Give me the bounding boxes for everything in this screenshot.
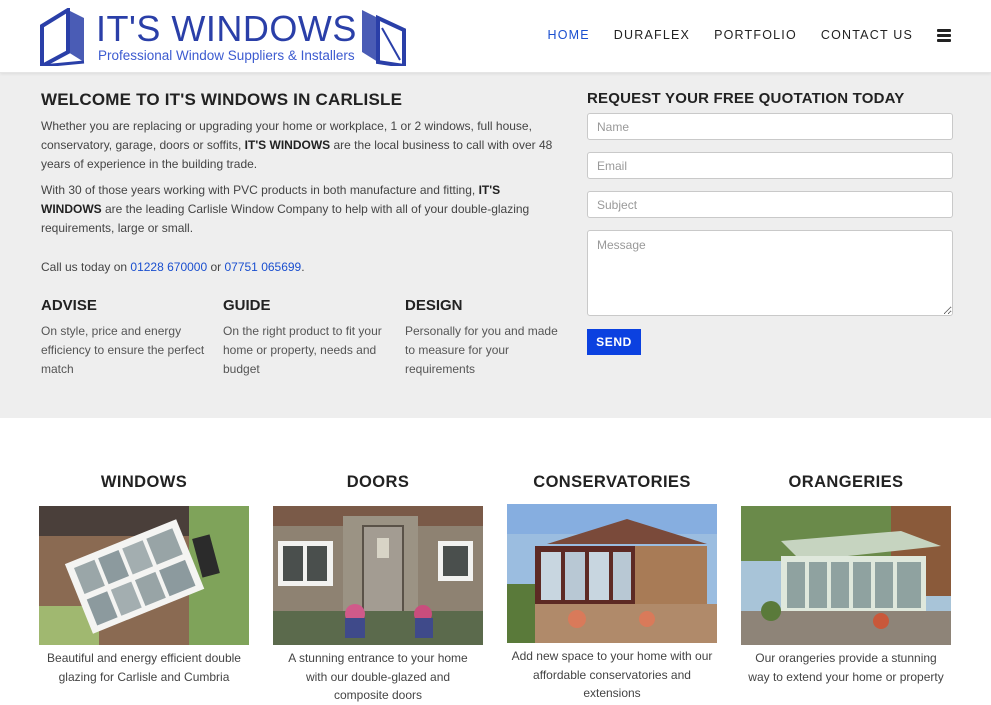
subject-input[interactable]: [587, 191, 953, 218]
intro-text: With 30 of those years working with PVC …: [41, 183, 479, 197]
product-title[interactable]: WINDOWS: [39, 470, 249, 506]
windows-image: [39, 506, 249, 645]
feature-title: DESIGN: [405, 297, 463, 314]
nav-duraflex[interactable]: DURAFLEX: [614, 28, 690, 42]
conservatories-photo[interactable]: [507, 504, 717, 643]
feature-title: GUIDE: [223, 297, 271, 314]
feature-guide: GUIDE On the right product to fit your h…: [223, 297, 388, 379]
send-button[interactable]: SEND: [587, 329, 641, 355]
window-frame-icon: [40, 8, 85, 66]
intro-paragraph-2: With 30 of those years working with PVC …: [41, 181, 561, 238]
windows-photo[interactable]: [39, 506, 249, 645]
welcome-title: WELCOME TO IT'S WINDOWS IN CARLISLE: [41, 90, 403, 109]
product-caption: Add new space to your home with our affo…: [511, 649, 713, 700]
product-caption: Our orangeries provide a stunning way to…: [748, 651, 944, 684]
product-caption: Beautiful and energy efficient double gl…: [47, 651, 241, 684]
window-frame-icon: [362, 10, 406, 66]
hamburger-bar: [937, 38, 951, 42]
product-title[interactable]: DOORS: [273, 470, 483, 506]
intro-text: are the leading Carlisle Window Company …: [41, 202, 530, 235]
brand-name-bold: IT'S WINDOWS: [244, 138, 331, 152]
call-us-line: Call us today on 01228 670000 or 07751 0…: [41, 258, 561, 277]
feature-title: ADVISE: [41, 297, 97, 314]
hamburger-icon[interactable]: [937, 28, 951, 42]
product-orangeries: ORANGERIES Our orangeries provide a stun…: [741, 470, 951, 686]
feature-advise: ADVISE On style, price and energy effici…: [41, 297, 206, 379]
email-input[interactable]: [587, 152, 953, 179]
call-us-text: or: [207, 260, 225, 274]
hamburger-bar: [937, 28, 951, 32]
nav-contact-us[interactable]: CONTACT US: [821, 28, 913, 42]
doors-photo[interactable]: [273, 506, 483, 645]
orangeries-image: [741, 506, 951, 645]
feature-text: On the right product to fit your home or…: [223, 324, 382, 376]
conservatories-image: [507, 504, 717, 643]
main-nav: HOME DURAFLEX PORTFOLIO CONTACT US: [523, 28, 951, 42]
product-title[interactable]: CONSERVATORIES: [507, 470, 717, 506]
call-us-text: .: [301, 260, 305, 274]
logo-title: IT'S WINDOWS: [96, 8, 357, 49]
feature-design: DESIGN Personally for you and made to me…: [405, 297, 570, 379]
product-windows: WINDOWS Beautiful and energy efficient d…: [39, 470, 249, 686]
phone-link-mobile[interactable]: 07751 065699: [224, 260, 301, 274]
site-header: IT'S WINDOWS Professional Window Supplie…: [0, 0, 991, 73]
phone-link-landline[interactable]: 01228 670000: [130, 260, 207, 274]
product-conservatories: CONSERVATORIES Add new space to your hom…: [507, 470, 717, 703]
name-input[interactable]: [587, 113, 953, 140]
orangeries-photo[interactable]: [741, 506, 951, 645]
feature-text: On style, price and energy efficiency to…: [41, 324, 205, 376]
intro-section: WELCOME TO IT'S WINDOWS IN CARLISLE Whet…: [0, 73, 991, 418]
hamburger-bar: [937, 33, 951, 37]
intro-paragraph-1: Whether you are replacing or upgrading y…: [41, 117, 561, 174]
feature-text: Personally for you and made to measure f…: [405, 324, 558, 376]
message-textarea[interactable]: [587, 230, 953, 316]
nav-home[interactable]: HOME: [547, 28, 589, 42]
quote-form-title: REQUEST YOUR FREE QUOTATION TODAY: [587, 90, 905, 107]
logo-subtitle: Professional Window Suppliers & Installe…: [98, 48, 355, 63]
doors-image: [273, 506, 483, 645]
nav-portfolio[interactable]: PORTFOLIO: [714, 28, 797, 42]
product-caption: A stunning entrance to your home with ou…: [288, 651, 468, 702]
product-title[interactable]: ORANGERIES: [741, 470, 951, 506]
call-us-text: Call us today on: [41, 260, 131, 274]
site-logo[interactable]: IT'S WINDOWS Professional Window Supplie…: [38, 6, 408, 66]
product-doors: DOORS A stunning entrance to your home w…: [273, 470, 483, 705]
